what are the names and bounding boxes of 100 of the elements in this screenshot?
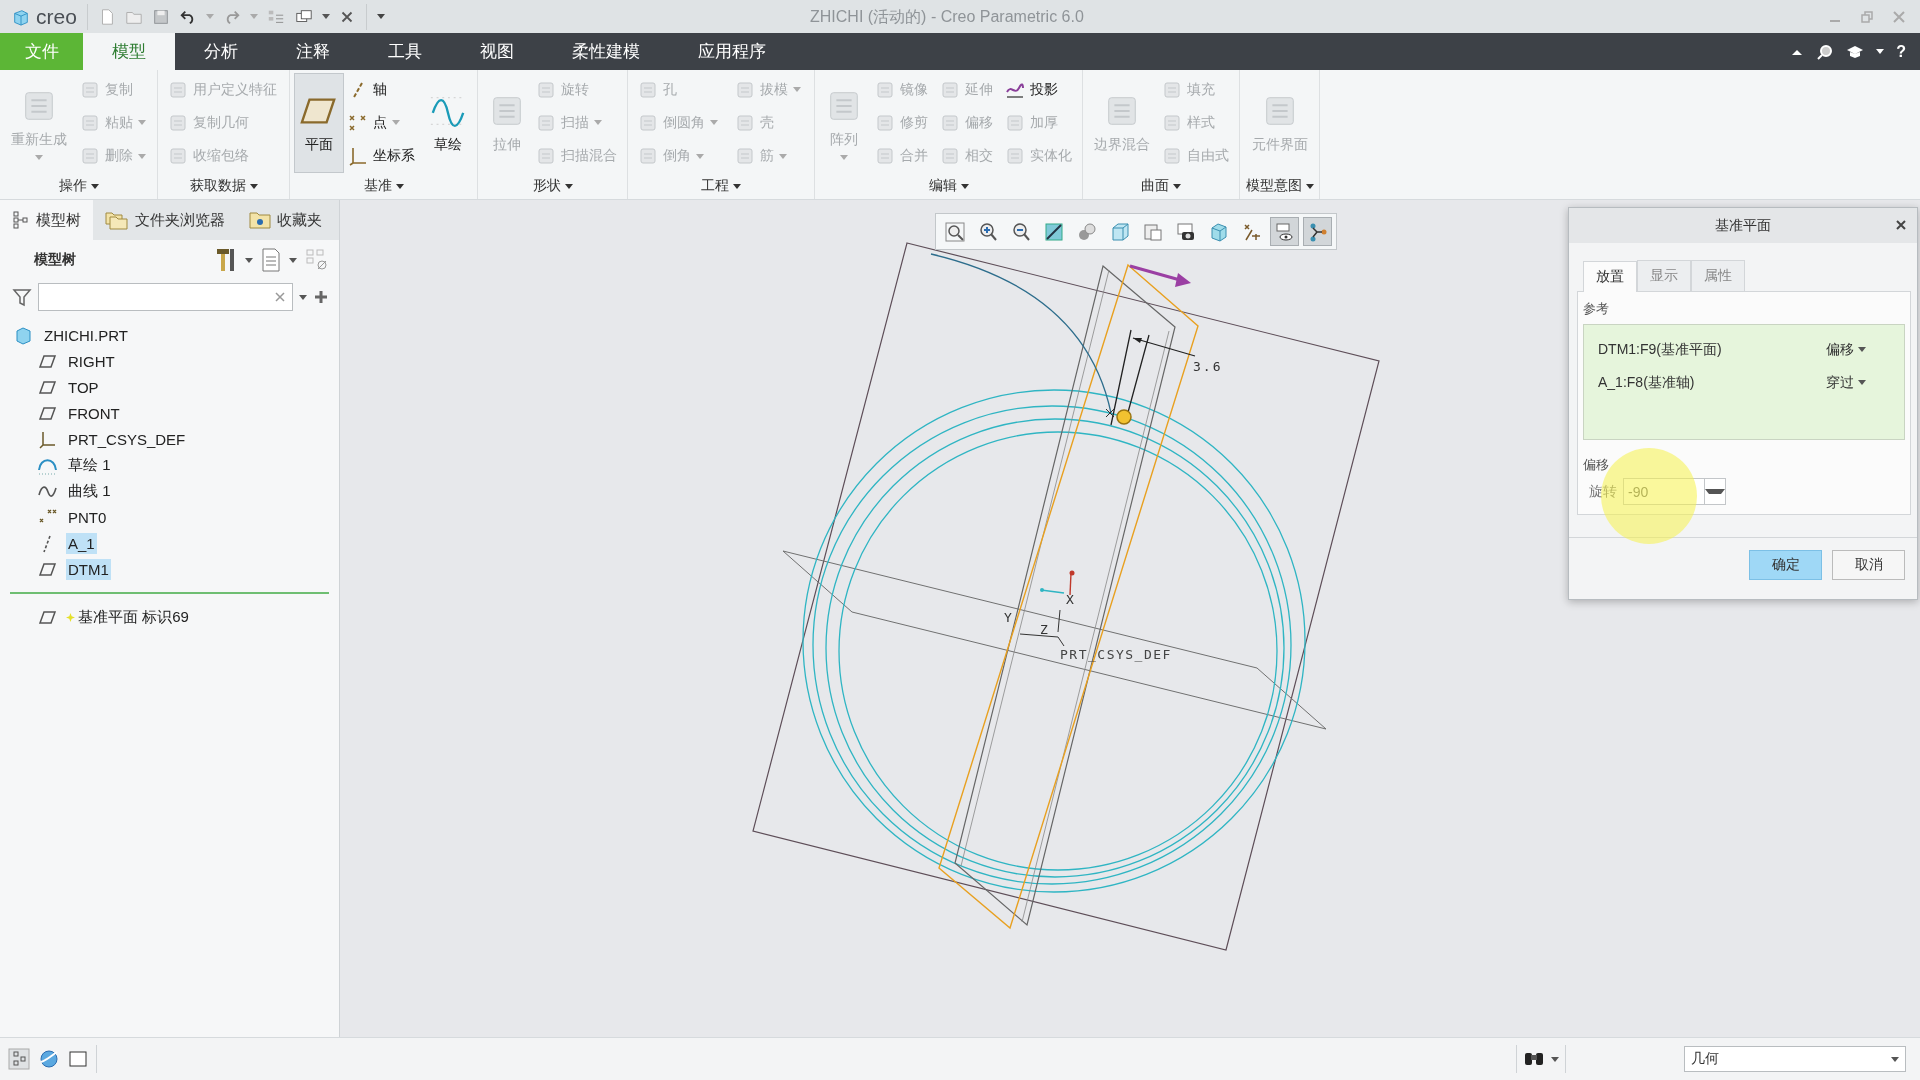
- menu-tab[interactable]: 工具: [359, 33, 451, 70]
- graduation-cap-icon[interactable]: [1846, 43, 1865, 60]
- caret-icon: [90, 183, 99, 189]
- search-icon[interactable]: [1816, 42, 1835, 61]
- filter-icon[interactable]: [12, 287, 32, 307]
- tree-toggle-icon[interactable]: [8, 1048, 30, 1070]
- selection-filter[interactable]: 几何: [1684, 1046, 1906, 1072]
- tree-item[interactable]: PNT0: [66, 506, 109, 528]
- ok-button[interactable]: 确定: [1749, 550, 1822, 580]
- tree-item[interactable]: 基准平面 标识69: [76, 605, 191, 629]
- menu-tab[interactable]: 柔性建模: [543, 33, 669, 70]
- ribbon-button[interactable]: 点: [347, 107, 420, 139]
- tree-item[interactable]: RIGHT: [66, 350, 117, 372]
- browser-icon[interactable]: [38, 1048, 60, 1070]
- tree-item[interactable]: DTM1: [66, 558, 111, 580]
- group-label[interactable]: 编辑: [815, 173, 1082, 199]
- close-icon[interactable]: [1895, 219, 1907, 231]
- point-marker: [1105, 408, 1115, 418]
- menu-tab[interactable]: 应用程序: [669, 33, 795, 70]
- caret-icon: [564, 183, 573, 189]
- tree-item[interactable]: TOP: [66, 376, 101, 398]
- caret-icon: [1705, 489, 1725, 494]
- camera-icon: [1175, 221, 1196, 242]
- caret-icon: [395, 183, 404, 189]
- caret-icon: [289, 257, 297, 263]
- caret-icon: [733, 183, 741, 189]
- ribbon-button[interactable]: 投影: [1003, 73, 1076, 106]
- tree-item[interactable]: 草绘 1: [66, 453, 113, 477]
- tools-icon[interactable]: [215, 247, 237, 273]
- tree-item[interactable]: A_1: [66, 532, 97, 554]
- tool-icon: [638, 113, 658, 133]
- constraint-dropdown[interactable]: 穿过: [1826, 373, 1866, 392]
- help-button[interactable]: ?: [1896, 42, 1906, 61]
- tool-icon: [875, 79, 896, 100]
- tool-icon: [939, 146, 960, 167]
- tool-icon: [80, 113, 100, 133]
- clear-icon[interactable]: [274, 291, 286, 303]
- group-label[interactable]: 基准: [290, 173, 477, 199]
- tool-icon: [735, 113, 755, 133]
- tree-item[interactable]: PRT_CSYS_DEF: [66, 428, 188, 450]
- tree-item[interactable]: FRONT: [66, 402, 122, 424]
- group-label[interactable]: 操作: [0, 173, 157, 199]
- constraint-dropdown[interactable]: 偏移: [1826, 340, 1866, 359]
- reference-item[interactable]: DTM1:F9(基准平面): [1598, 340, 1722, 359]
- caret-icon: [249, 14, 258, 19]
- search-field[interactable]: [38, 283, 293, 311]
- ribbon-button[interactable]: 平面: [293, 73, 344, 173]
- group-label[interactable]: 形状: [478, 173, 627, 199]
- tree-item[interactable]: 曲线 1: [66, 479, 113, 503]
- tool-icon: [1004, 113, 1025, 133]
- wireframe-cube-icon: [1208, 221, 1229, 242]
- caret-icon: [376, 14, 385, 19]
- datum-display-icon: [1241, 221, 1262, 242]
- tool-icon: [167, 146, 188, 167]
- axis-label: Z: [1040, 622, 1048, 637]
- group-label[interactable]: 工程: [628, 173, 814, 199]
- section-label: 偏移: [1583, 456, 1610, 474]
- tool-icon: [167, 113, 188, 133]
- caret-icon: [249, 183, 258, 189]
- saved-views-icon: [1142, 221, 1163, 242]
- tool-icon: [80, 79, 100, 100]
- ribbon-button[interactable]: 轴: [347, 73, 420, 106]
- menu-tab[interactable]: 分析: [175, 33, 267, 70]
- panel-tab[interactable]: 文件夹浏览器: [93, 200, 237, 240]
- ribbon-button[interactable]: 草绘: [423, 73, 474, 173]
- cube-icon: [1109, 221, 1130, 242]
- reference-item[interactable]: A_1:F8(基准轴): [1598, 373, 1695, 392]
- tool-icon: [939, 79, 960, 100]
- app-logo: creo: [36, 4, 77, 29]
- menu-tab[interactable]: 视图: [451, 33, 543, 70]
- references-list[interactable]: DTM1:F9(基准平面) 偏移 A_1:F8(基准轴) 穿过: [1583, 324, 1905, 440]
- folders-icon: [105, 210, 129, 230]
- caret-icon: [205, 14, 214, 19]
- caret-icon: [1858, 347, 1866, 352]
- add-icon[interactable]: [313, 289, 329, 305]
- tool-icon: [875, 146, 896, 167]
- display-settings-icon[interactable]: [305, 248, 329, 272]
- cube-icon: [12, 7, 30, 26]
- window-icon[interactable]: [68, 1049, 88, 1069]
- group-label[interactable]: 获取数据: [158, 173, 289, 199]
- tree-item[interactable]: ZHICHI.PRT: [42, 324, 130, 346]
- menu-tab[interactable]: 注释: [267, 33, 359, 70]
- points-icon: [348, 113, 369, 133]
- tool-icon: [80, 146, 100, 167]
- caret-icon: [245, 257, 253, 263]
- caret-icon: [299, 294, 307, 300]
- csys-icon: [38, 429, 57, 449]
- tool-icon: [735, 79, 755, 100]
- cancel-button[interactable]: 取消: [1832, 550, 1905, 580]
- panel-tab[interactable]: 收藏夹: [237, 200, 334, 240]
- dialog-title: 基准平面: [1715, 216, 1771, 235]
- tree-icon: [12, 211, 30, 229]
- panel-tab[interactable]: 模型树: [0, 200, 93, 240]
- ribbon-button[interactable]: 坐标系: [347, 140, 420, 173]
- drag-handle[interactable]: [1116, 409, 1132, 425]
- menu-tab[interactable]: 模型: [83, 33, 175, 70]
- dialog-tab[interactable]: 放置: [1583, 261, 1637, 292]
- tool-icon: [638, 146, 658, 167]
- group-label[interactable]: 曲面: [1083, 173, 1239, 199]
- group-label[interactable]: 模型意图: [1240, 173, 1319, 199]
